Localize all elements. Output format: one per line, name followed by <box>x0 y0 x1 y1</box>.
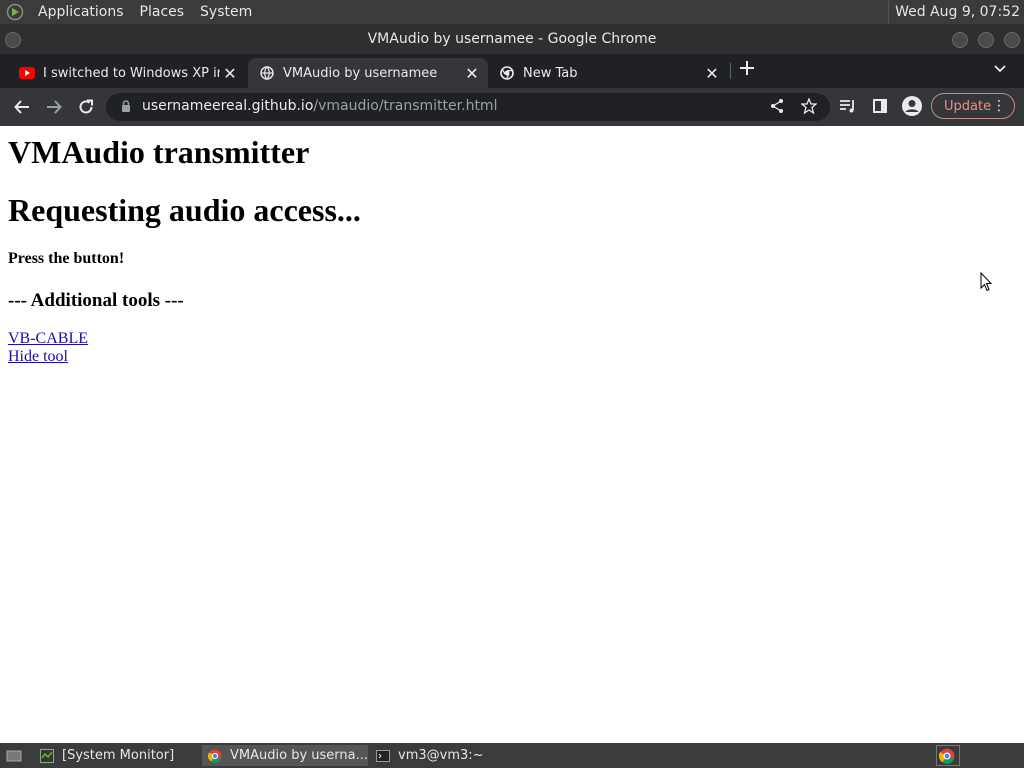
minimize-button[interactable] <box>952 32 968 48</box>
tab-close-icon[interactable]: ✕ <box>220 63 240 83</box>
globe-icon <box>259 65 275 81</box>
url-text[interactable]: usernameereal.github.io/vmaudio/transmit… <box>142 98 497 114</box>
task-label: vm3@vm3:~ <box>398 748 484 763</box>
task-system-monitor[interactable]: [System Monitor] <box>34 745 200 766</box>
page-content: VMAudio transmitter Requesting audio acc… <box>0 126 1024 742</box>
chrome-icon <box>208 749 222 763</box>
system-monitor-icon <box>40 748 54 763</box>
tab-vmaudio[interactable]: VMAudio by usernamee ✕ <box>248 58 488 88</box>
arrow-left-icon <box>14 100 29 114</box>
url-host: usernameereal.github.io <box>142 98 314 114</box>
forward-button[interactable] <box>42 95 66 119</box>
window-title: VMAudio by usernamee - Google Chrome <box>367 31 657 47</box>
youtube-icon <box>19 65 35 81</box>
task-label: [System Monitor] <box>62 748 175 763</box>
tab-youtube[interactable]: I switched to Windows XP in 2( ✕ <box>8 58 246 88</box>
terminal-icon <box>376 749 390 763</box>
share-icon[interactable] <box>765 94 789 118</box>
tab-label: VMAudio by usernamee <box>283 65 438 81</box>
hide-tool-link[interactable]: Hide tool <box>8 348 68 366</box>
maximize-button[interactable] <box>978 32 994 48</box>
tab-label: I switched to Windows XP in 2( <box>43 65 220 81</box>
reload-icon <box>79 99 93 114</box>
bookmark-star-icon[interactable] <box>797 94 821 118</box>
tab-separator <box>730 63 731 79</box>
tab-close-icon[interactable]: ✕ <box>462 63 482 83</box>
url-path: /vmaudio/transmitter.html <box>313 98 498 114</box>
tab-new-tab[interactable]: New Tab ✕ <box>488 58 728 88</box>
lock-icon[interactable] <box>114 94 138 118</box>
menu-places[interactable]: Places <box>132 4 193 20</box>
tab-strip: I switched to Windows XP in 2( ✕ VMAudio… <box>0 54 1024 88</box>
more-menu-icon[interactable]: ⋮ <box>992 98 1006 114</box>
update-button[interactable]: Update ⋮ <box>931 93 1015 119</box>
window-titlebar[interactable]: VMAudio by usernamee - Google Chrome <box>0 24 1024 54</box>
menu-system[interactable]: System <box>192 4 260 20</box>
new-tab-button[interactable] <box>736 60 758 82</box>
profile-avatar-icon[interactable] <box>900 94 924 118</box>
tab-label: New Tab <box>523 65 578 81</box>
task-chrome[interactable]: VMAudio by userna... <box>202 745 368 766</box>
instruction-text: Press the button! <box>8 250 125 267</box>
chevron-down-icon <box>994 65 1006 73</box>
clock[interactable]: Wed Aug 9, 07:52 <box>888 0 1020 24</box>
task-label: VMAudio by userna... <box>230 748 368 763</box>
page-heading: VMAudio transmitter <box>8 134 310 170</box>
top-panel: Applications Places System Wed Aug 9, 07… <box>0 0 1024 24</box>
side-panel-icon[interactable] <box>868 94 892 118</box>
plus-icon <box>740 61 754 75</box>
tools-heading: --- Additional tools --- <box>8 290 184 311</box>
close-window-button[interactable] <box>1004 32 1020 48</box>
chrome-icon <box>499 65 515 81</box>
update-label: Update <box>944 98 992 114</box>
reload-button[interactable] <box>74 95 98 119</box>
taskbar: [System Monitor] VMAudio by userna... vm… <box>0 743 1024 768</box>
mouse-cursor-icon <box>980 272 992 292</box>
status-heading: Requesting audio access... <box>8 192 361 228</box>
vb-cable-link[interactable]: VB-CABLE <box>8 330 88 348</box>
show-desktop-button[interactable] <box>0 745 28 766</box>
tab-close-icon[interactable]: ✕ <box>702 63 722 83</box>
tray-chrome-icon[interactable] <box>936 745 960 766</box>
task-terminal[interactable]: vm3@vm3:~ <box>370 745 536 766</box>
arrow-right-icon <box>47 100 62 114</box>
menu-applications[interactable]: Applications <box>30 4 132 20</box>
desktop-icon <box>6 750 22 761</box>
back-button[interactable] <box>10 95 34 119</box>
media-control-icon[interactable] <box>836 94 860 118</box>
tab-search-button[interactable] <box>990 62 1010 80</box>
applications-logo-icon[interactable] <box>6 3 24 21</box>
